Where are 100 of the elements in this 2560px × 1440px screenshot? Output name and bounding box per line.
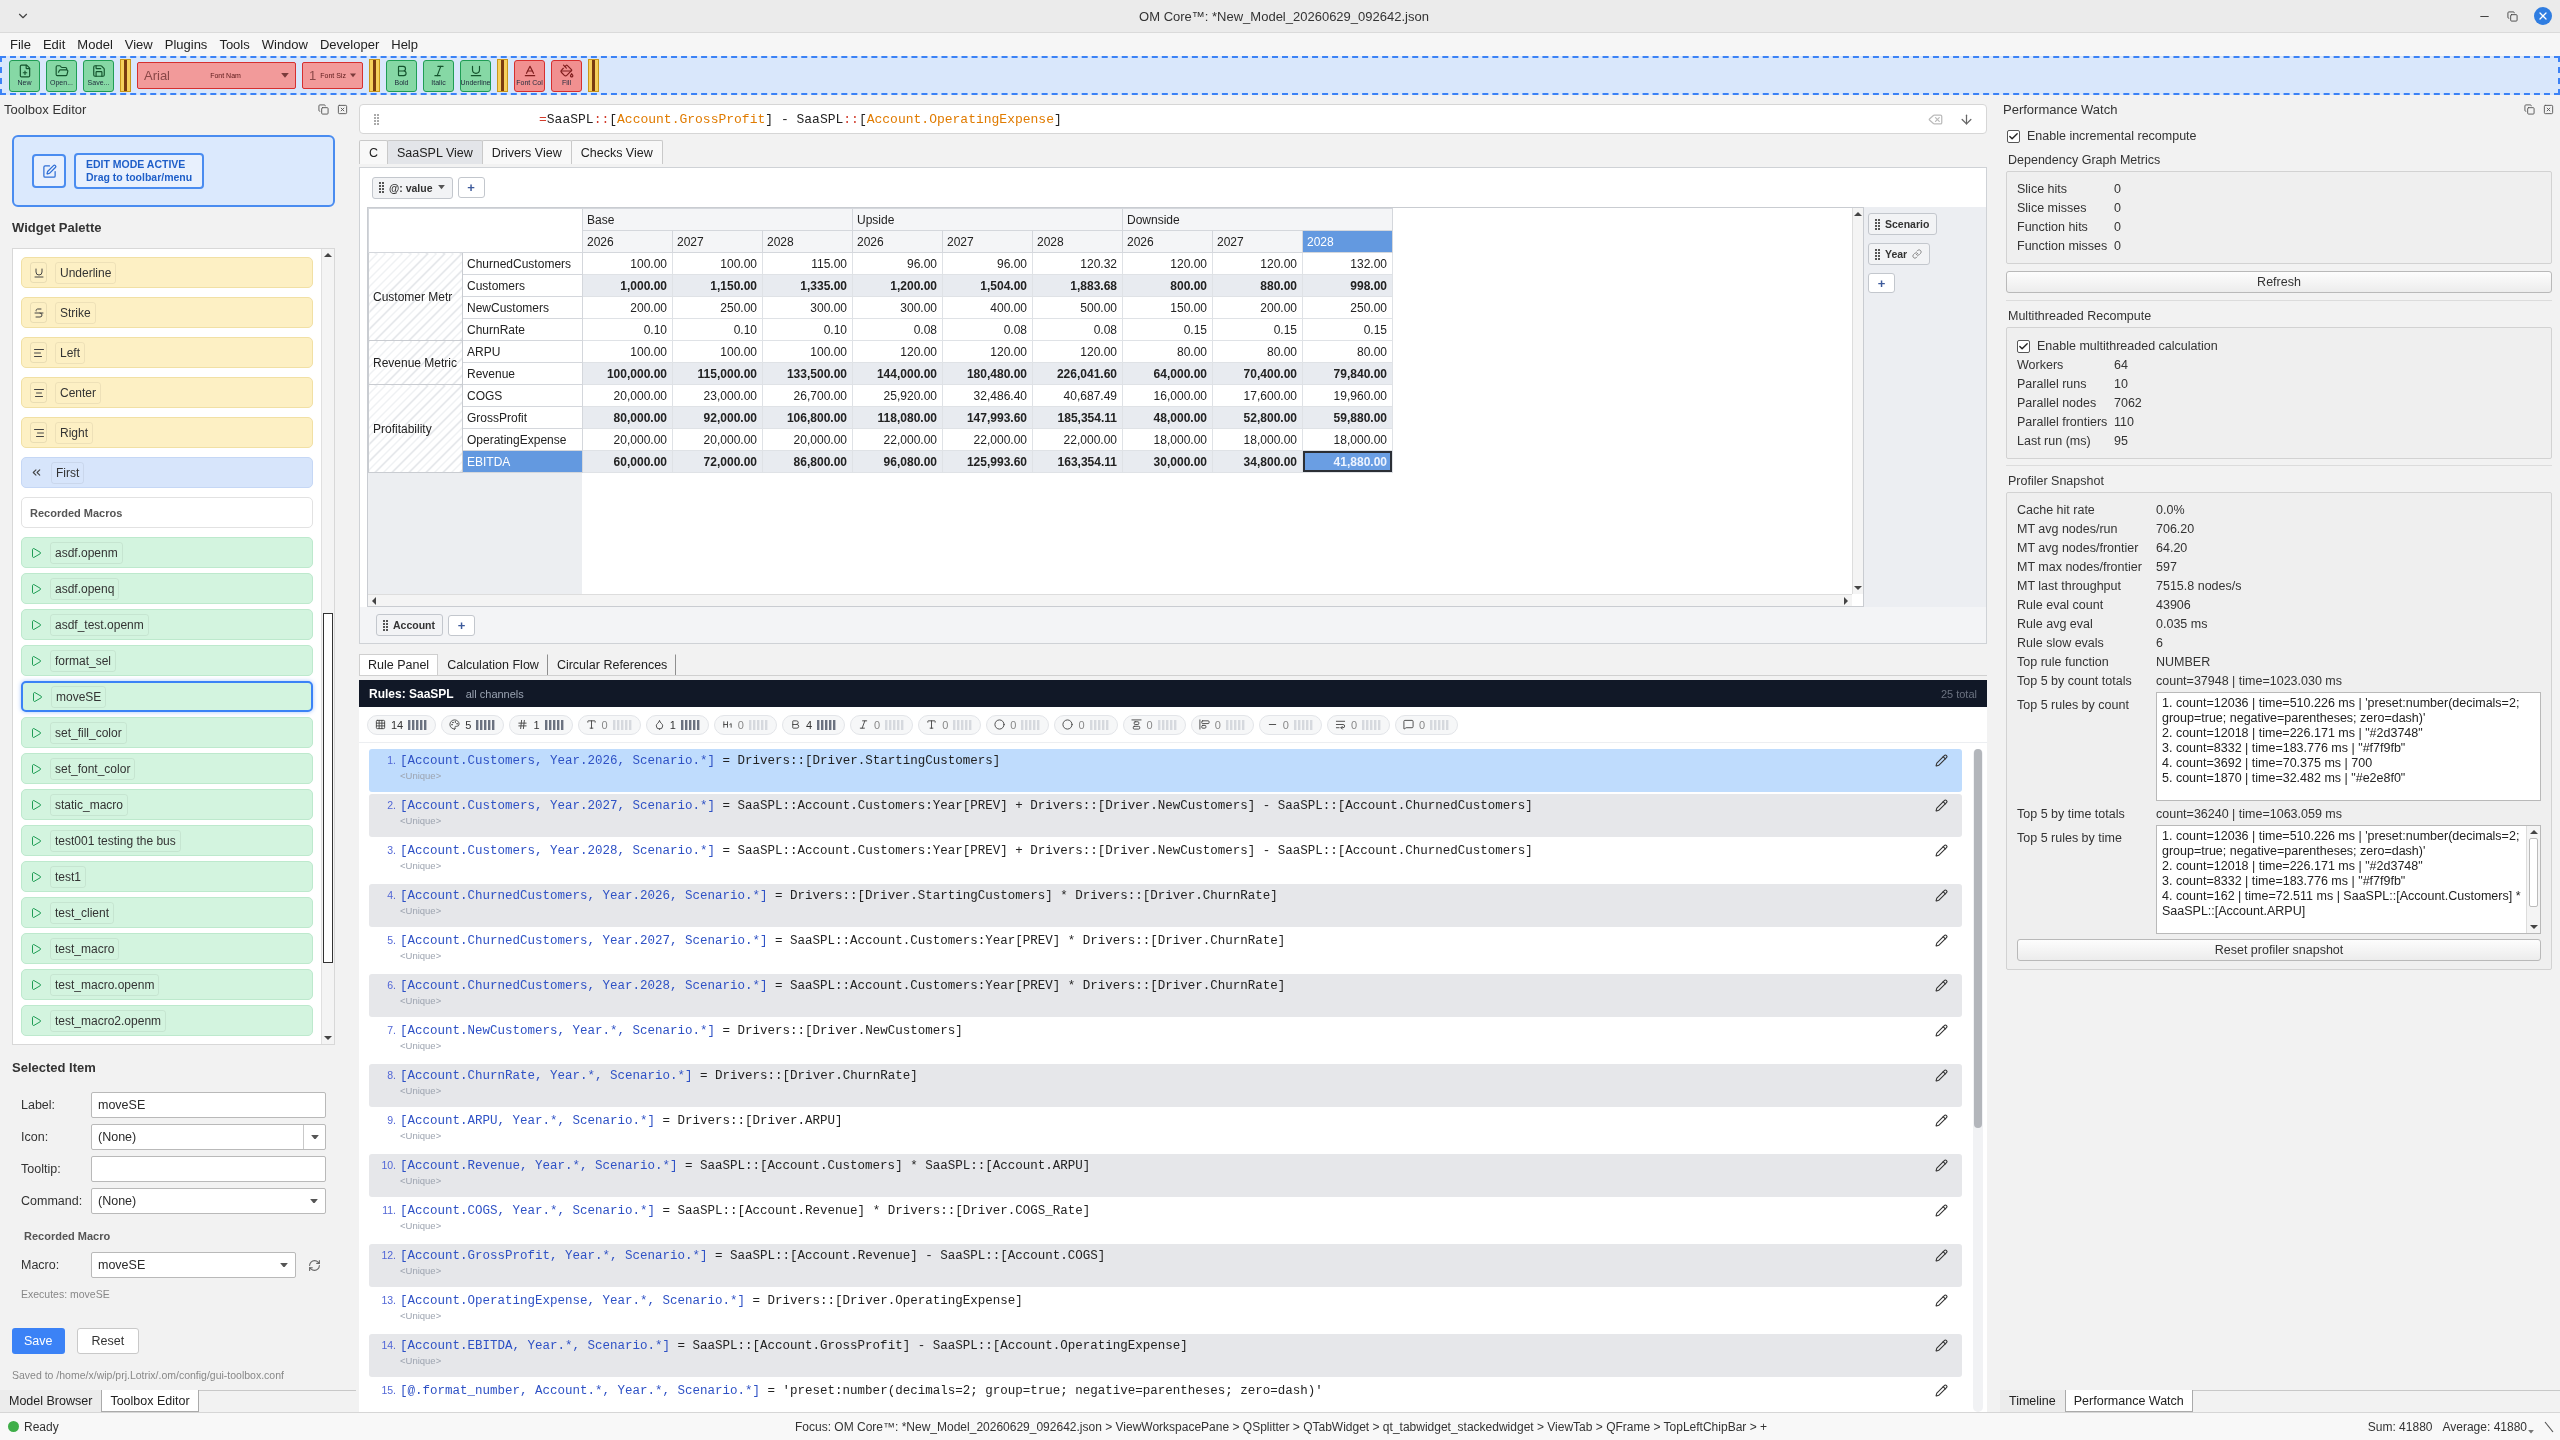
- dropdown[interactable]: (None): [91, 1188, 326, 1214]
- stat-chip[interactable]: 0: [1326, 714, 1390, 735]
- text-area[interactable]: 1. count=12036 | time=510.226 ms | 'preset:number(decimals=2; group=true; negative=parentheses; zero=dash)' 2. count=12018 | time=226.171 ms | "#2d3748" 3. count=8332 | time=183.776 ms | "#f7f9fb" 4. count=3692 | time=70.375 ms | 700 5. count=1870 | time=32.482 ms | "#e2e8f0": [2156, 692, 2541, 801]
- add-button[interactable]: +: [457, 177, 485, 198]
- separator-handle[interactable]: [369, 59, 380, 92]
- text-field[interactable]: [91, 1156, 326, 1182]
- palette-item[interactable]: Center: [21, 377, 313, 408]
- macro-item[interactable]: set_font_color: [21, 753, 313, 784]
- stat-chip[interactable]: 0: [986, 714, 1050, 735]
- view-tab[interactable]: Drivers View: [481, 140, 572, 164]
- palette-item[interactable]: Right: [21, 417, 313, 448]
- stat-chip[interactable]: 4: [781, 714, 845, 735]
- close-icon[interactable]: [2543, 103, 2554, 115]
- palette-item[interactable]: Left: [21, 337, 313, 368]
- restore-icon[interactable]: [2507, 10, 2518, 22]
- view-tab[interactable]: C: [359, 140, 389, 164]
- dropdown[interactable]: moveSE: [91, 1252, 296, 1278]
- refresh-button[interactable]: Refresh: [2006, 271, 2552, 293]
- menu-item[interactable]: Edit: [36, 35, 72, 54]
- edit-icon[interactable]: [1935, 844, 1948, 857]
- edit-icon[interactable]: [1935, 1294, 1948, 1307]
- edit-icon[interactable]: [1935, 1339, 1948, 1352]
- dock-tab[interactable]: Model Browser: [0, 1390, 102, 1412]
- close-icon[interactable]: [337, 103, 348, 115]
- palette-item[interactable]: First: [21, 457, 313, 488]
- reset-snapshot-button[interactable]: Reset profiler snapshot: [2017, 939, 2541, 961]
- text-field[interactable]: moveSE: [91, 1092, 326, 1118]
- stat-chip[interactable]: 1: [645, 714, 709, 735]
- macro-item[interactable]: test_macro.openm: [21, 969, 313, 1000]
- edit-icon[interactable]: [1935, 979, 1948, 992]
- stat-chip[interactable]: 14: [367, 714, 437, 735]
- chip[interactable]: Year: [1868, 243, 1931, 265]
- chip[interactable]: @: value: [372, 176, 453, 199]
- edit-icon[interactable]: [1935, 934, 1948, 947]
- menu-item[interactable]: Plugins: [158, 35, 214, 54]
- combo-field[interactable]: (None): [91, 1124, 326, 1150]
- rule-row[interactable]: 2. [Account.Customers, Year.2027, Scenario.*] = SaaSPL::Account.Customers:Year[PREV] + Drivers::[Driver.NewCustomers] - SaaSPL::[Account.ChurnedCustomers] <Unique>: [369, 794, 1962, 837]
- macro-item[interactable]: set_fill_color: [21, 717, 313, 748]
- macro-item[interactable]: test1: [21, 861, 313, 892]
- dock-tab[interactable]: Performance Watch: [2064, 1390, 2193, 1412]
- float-icon[interactable]: [2524, 103, 2535, 115]
- edit-icon[interactable]: [1935, 1024, 1948, 1037]
- save-button[interactable]: Save: [12, 1328, 65, 1354]
- stat-chip[interactable]: 0: [1190, 714, 1254, 735]
- edit-mode-button[interactable]: EDIT MODE ACTIVE Drag to toolbar/menu: [74, 153, 205, 189]
- stat-chip[interactable]: 0: [918, 714, 982, 735]
- macro-item[interactable]: asdf.openm: [21, 537, 313, 568]
- stat-chip[interactable]: 0: [1395, 714, 1459, 735]
- panel-tab[interactable]: Rule Panel: [359, 654, 439, 675]
- macro-item[interactable]: asdf.openq: [21, 573, 313, 604]
- edit-icon[interactable]: [1935, 1114, 1948, 1127]
- view-tab[interactable]: SaaSPL View: [387, 140, 483, 164]
- macro-item[interactable]: test001 testing the bus: [21, 825, 313, 856]
- menu-item[interactable]: Model: [71, 35, 119, 54]
- edit-icon[interactable]: [1935, 799, 1948, 812]
- chip[interactable]: Scenario: [1868, 213, 1938, 235]
- separator-handle[interactable]: [588, 59, 599, 92]
- float-icon[interactable]: [318, 103, 329, 115]
- stat-chip[interactable]: 0: [850, 714, 914, 735]
- macro-item[interactable]: format_sel: [21, 645, 313, 676]
- rule-row[interactable]: 4. [Account.ChurnedCustomers, Year.2026, Scenario.*] = Drivers::[Driver.StartingCustomers] * Drivers::[Driver.ChurnRate] <Unique>: [369, 884, 1962, 927]
- rule-row[interactable]: 12. [Account.GrossProfit, Year.*, Scenario.*] = SaaSPL::[Account.Revenue] - SaaSPL::[Account.COGS] <Unique>: [369, 1244, 1962, 1287]
- edit-icon[interactable]: [1935, 754, 1948, 767]
- macro-item[interactable]: moveSE: [21, 681, 313, 712]
- edit-icon[interactable]: [1935, 889, 1948, 902]
- separator-handle[interactable]: [497, 59, 508, 92]
- chip[interactable]: Account: [376, 614, 443, 636]
- stat-chip[interactable]: 0: [1258, 714, 1322, 735]
- text-area[interactable]: 1. count=12036 | time=510.226 ms | 'preset:number(decimals=2; group=true; negative=parentheses; zero=dash)' 2. count=12018 | time=226.171 ms | "#2d3748" 3. count=8332 | time=183.776 ms | "#f7f9fb" 4. count=162 | time=72.511 ms | SaaSPL::[Account.Customers] * SaaSPL::[Account.ARPU]: [2156, 825, 2541, 934]
- separator-handle[interactable]: [120, 59, 131, 92]
- edit-icon[interactable]: [1935, 1069, 1948, 1082]
- reset-button[interactable]: Reset: [76, 1328, 140, 1354]
- macro-item[interactable]: asdf_test.openm: [21, 609, 313, 640]
- view-tab[interactable]: Checks View: [570, 140, 663, 164]
- macro-item[interactable]: test_macro: [21, 933, 313, 964]
- menu-item[interactable]: File: [4, 35, 37, 54]
- checkbox[interactable]: [2007, 129, 2020, 143]
- macro-item[interactable]: test_client: [21, 897, 313, 928]
- rule-row[interactable]: 1. [Account.Customers, Year.2026, Scenario.*] = Drivers::[Driver.StartingCustomers] <Unique>: [369, 749, 1962, 792]
- add-button[interactable]: +: [1868, 273, 1895, 293]
- edit-icon[interactable]: [1935, 1204, 1948, 1217]
- menu-item[interactable]: Tools: [213, 35, 256, 54]
- rule-row[interactable]: 14. [Account.EBITDA, Year.*, Scenario.*] = SaaSPL::[Account.GrossProfit] - SaaSPL::[Account.OperatingExpense] <Unique>: [369, 1334, 1962, 1377]
- palette-item[interactable]: Underline: [21, 257, 313, 288]
- stat-chip[interactable]: 0: [713, 714, 777, 735]
- rule-row[interactable]: 6. [Account.ChurnedCustomers, Year.2028, Scenario.*] = SaaSPL::Account.Customers:Year[PREV] * Drivers::[Driver.ChurnRate] <Unique>: [369, 974, 1962, 1017]
- add-button[interactable]: +: [448, 614, 475, 636]
- menu-item[interactable]: Help: [385, 35, 424, 54]
- checkbox[interactable]: [2017, 339, 2030, 353]
- menu-item[interactable]: View: [118, 35, 159, 54]
- edit-icon[interactable]: [1935, 1159, 1948, 1172]
- rule-row[interactable]: 10. [Account.Revenue, Year.*, Scenario.*] = SaaSPL::[Account.Customers] * SaaSPL::[Account.ARPU] <Unique>: [369, 1154, 1962, 1197]
- stat-chip[interactable]: 5: [441, 714, 505, 735]
- edit-icon[interactable]: [1935, 1249, 1948, 1262]
- menu-item[interactable]: Developer: [314, 35, 386, 54]
- rule-row[interactable]: 8. [Account.ChurnRate, Year.*, Scenario.*] = Drivers::[Driver.ChurnRate] <Unique>: [369, 1064, 1962, 1107]
- dock-tab[interactable]: Toolbox Editor: [101, 1390, 199, 1412]
- macro-item[interactable]: test_macro2.openm: [21, 1005, 313, 1036]
- close-icon[interactable]: [2534, 7, 2552, 25]
- edit-icon[interactable]: [1935, 1384, 1948, 1397]
